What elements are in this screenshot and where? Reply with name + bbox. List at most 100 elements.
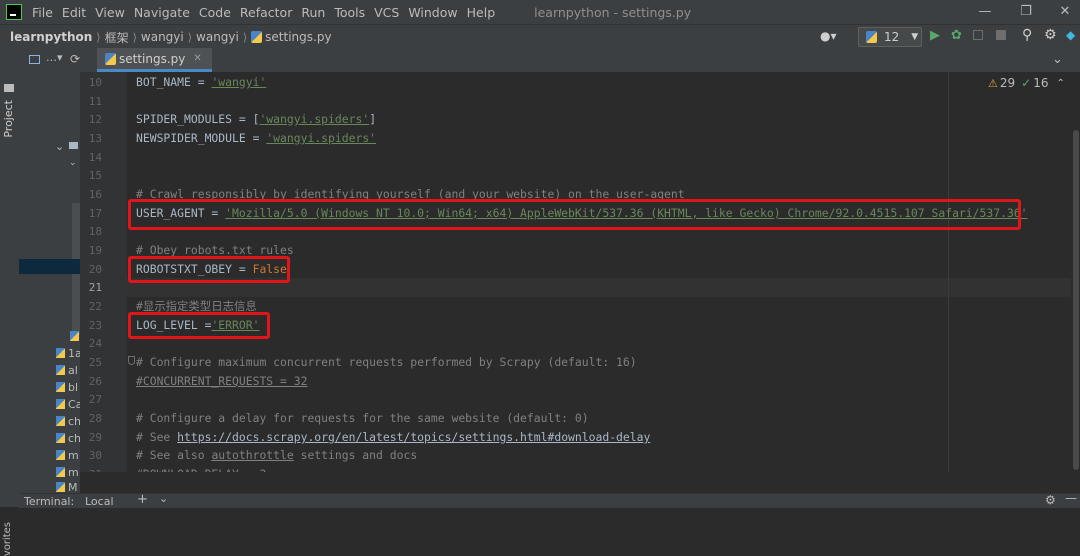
menu-refactor[interactable]: Refactor [240,5,292,20]
python-file-icon [70,331,79,341]
project-view-icon[interactable] [29,55,40,64]
breadcrumb-folder[interactable]: wangyi [141,30,184,44]
tab-list-chevron-icon[interactable]: ⌄ [1052,52,1063,67]
menu-help[interactable]: Help [467,5,496,20]
restore-window-icon[interactable]: ❐ [1009,0,1043,24]
code-line: #CONCURRENT_REQUESTS = 32 [136,374,308,388]
tree-selection-bg [72,203,80,263]
search-icon[interactable]: ⚲ [1022,27,1032,43]
weak-warning-icon: ✓ [1021,76,1032,90]
log-level-highlight-box [128,312,270,339]
fold-marker-icon[interactable] [128,356,135,365]
list-item[interactable]: ch [19,430,80,447]
line-number: 17 [88,207,102,220]
plugin-logo-icon[interactable]: ◆ [1066,28,1075,42]
tree-selection-bg [72,274,80,334]
tree-selected-row[interactable] [19,259,80,274]
python-file-icon [56,467,65,477]
debug-icon[interactable]: ✿ [951,28,962,43]
line-number: 10 [88,76,102,89]
window-title: learnpython - settings.py [534,4,692,20]
robotstxt-obey-highlight-box [128,256,290,283]
file-name: m [68,449,79,462]
file-name: bl [68,381,79,394]
breadcrumb-folder[interactable]: wangyi [196,30,239,44]
list-item[interactable]: ch [19,413,80,430]
code-line: # Configure maximum concurrent requests … [136,355,637,369]
line-number: 20 [88,263,102,276]
run-configuration-select[interactable]: 12 ▼ [858,27,922,47]
menu-edit[interactable]: Edit [62,5,86,20]
tab-label: settings.py [119,51,186,66]
menu-navigate[interactable]: Navigate [134,5,190,20]
breadcrumb-file[interactable]: settings.py [251,30,332,44]
line-number: 15 [88,169,102,182]
folder-icon [4,84,14,92]
tab-settings-py[interactable]: settings.py ✕ [97,48,212,72]
file-name: m [68,466,79,479]
stop-icon[interactable] [996,30,1006,40]
list-item[interactable]: Ca [19,396,80,413]
file-name: ch [68,415,80,428]
bottom-tool-bar: Terminal: Local + ⌄ ⚙ — [19,491,1080,508]
list-item[interactable]: m [19,447,80,464]
chevron-down-icon[interactable]: ⌄ [55,140,64,153]
line-number: 12 [88,113,102,126]
more-icon[interactable]: …▾ [46,51,63,64]
list-item[interactable]: M [19,479,80,493]
add-terminal-icon[interactable]: + [137,492,148,507]
line-number: 25 [88,356,102,369]
project-tool-button[interactable]: Project [2,100,15,138]
menu-window[interactable]: Window [408,5,457,20]
list-item[interactable]: 1a [19,345,80,362]
right-margin-guide [948,72,949,472]
python-file-icon [56,365,65,375]
terminal-tab-local[interactable]: Local [85,495,114,508]
close-window-icon[interactable]: ✕ [1048,0,1080,24]
menu-view[interactable]: View [95,5,125,20]
terminal-label: Terminal: [24,495,75,508]
file-name: ch [68,432,80,445]
coverage-icon[interactable] [973,30,983,40]
tool-window-stripe: Project vorites [0,48,20,556]
favorites-tool-button[interactable]: vorites [2,522,13,556]
menu-bar: File Edit View Navigate Code Refactor Ru… [0,0,1080,24]
line-number: 13 [88,132,102,145]
run-icon[interactable]: ▶ [930,28,940,43]
menu-tools[interactable]: Tools [334,5,365,20]
menu-run[interactable]: Run [301,5,325,20]
run-configuration-label: 12 [884,30,900,44]
breadcrumb-project[interactable]: learnpython [10,30,92,44]
menu-file[interactable]: File [32,5,53,20]
scrollbar-thumb[interactable] [1073,130,1079,470]
list-item[interactable]: al [19,362,80,379]
close-tab-icon[interactable]: ✕ [193,53,201,64]
line-number: 14 [88,151,102,164]
chevron-down-icon[interactable]: ⌄ [159,492,168,505]
python-file-icon [56,433,65,443]
weak-warning-count: 16 [1033,76,1049,90]
inspection-widget[interactable]: ⚠ 29 ✓ 16 ⌃ ⌄ [988,76,1080,90]
editor-tab-bar: settings.py ✕ ⌄ [80,48,1080,73]
code-line: SPIDER_MODULES = ['wangyi.spiders'] [136,112,377,126]
list-item[interactable]: bl [19,379,80,396]
gear-icon[interactable]: ⚙ [1045,493,1056,507]
minimize-icon[interactable]: — [968,0,1002,24]
file-name: Ca [68,398,80,411]
breadcrumb-folder[interactable]: 框架 [105,29,129,46]
chevron-up-icon[interactable]: ⌃ [1057,78,1065,89]
gear-icon[interactable]: ⚙ [1044,27,1057,43]
folder-icon [69,142,78,149]
sync-icon[interactable]: ⟳ [70,52,80,66]
chevron-down-icon[interactable]: ⌄ [69,158,77,168]
line-number: 18 [88,225,102,238]
line-number: 11 [88,95,102,108]
minimize-panel-icon[interactable]: — [1065,491,1077,505]
list-item[interactable] [19,328,80,345]
menu-code[interactable]: Code [199,5,231,20]
menu-vcs[interactable]: VCS [374,5,399,20]
pycharm-logo-icon [6,4,22,20]
warning-count: 29 [999,76,1016,90]
code-line: NEWSPIDER_MODULE = 'wangyi.spiders' [136,131,377,145]
user-account-icon[interactable]: ●▾ [820,29,837,43]
